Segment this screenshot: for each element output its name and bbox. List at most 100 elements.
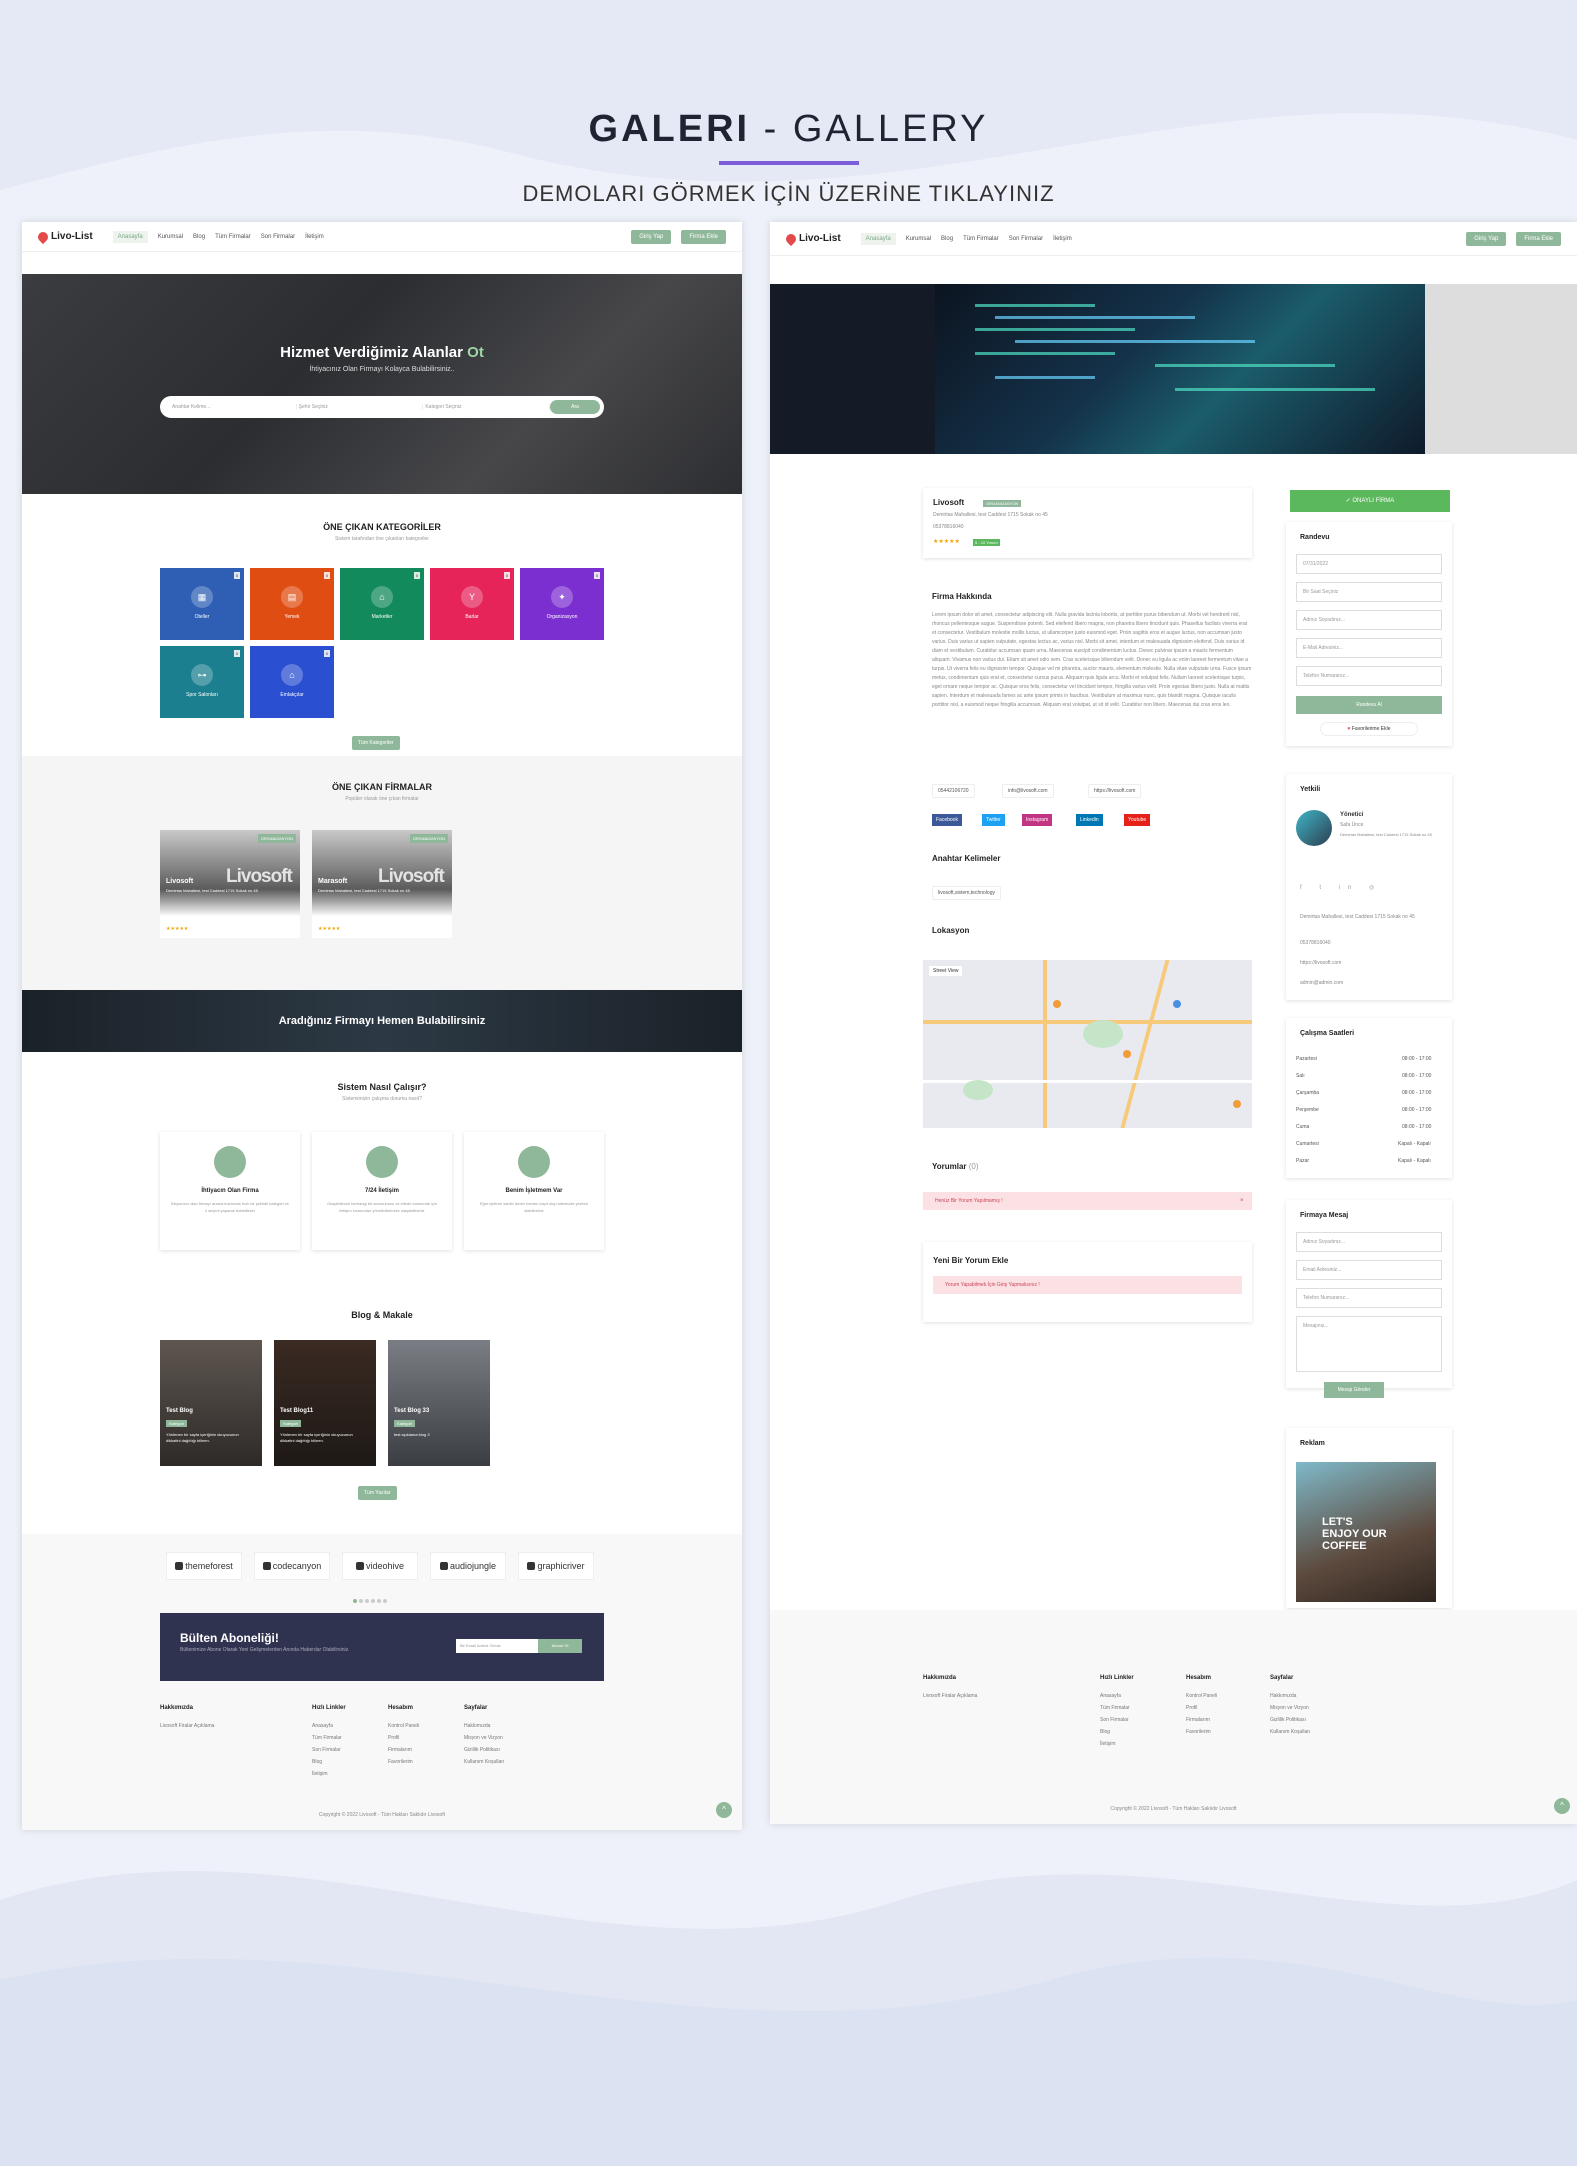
login-required-alert: Yorum Yapabilmek İçin Giriş Yapmalısınız… xyxy=(933,1276,1242,1294)
login-button[interactable]: Giriş Yap xyxy=(631,229,672,244)
add-firm-button[interactable]: Firma Ekle xyxy=(1516,231,1561,246)
contact-website[interactable]: https://livosoft.com xyxy=(1088,784,1142,798)
authorized-contact-address: Demirtas Mahallesi, test Caddesi 1715 So… xyxy=(1300,914,1415,920)
nav-item-all-firms[interactable]: Tüm Firmalar xyxy=(963,236,999,242)
category-bars[interactable]: 0 Y Barlar xyxy=(430,568,514,640)
category-real-estate[interactable]: 0 ⌂ Emlakçılar xyxy=(250,646,334,718)
name-field[interactable]: Adınız Soyadınız... xyxy=(1296,610,1442,630)
keyword-input[interactable]: Anahtar Kelime... xyxy=(170,404,297,410)
nav-item-corporate[interactable]: Kurumsal xyxy=(906,236,931,242)
cocktail-icon: Y xyxy=(461,586,483,608)
page-title: GALERI - GALLERY xyxy=(588,108,989,150)
nav-item-contact[interactable]: İletişim xyxy=(305,234,324,240)
add-firm-button[interactable]: Firma Ekle xyxy=(681,229,726,244)
phone-field[interactable]: Telefon Numaranız... xyxy=(1296,666,1442,686)
demo-home-page[interactable]: Livo-List Anasayfa Kurumsal Blog Tüm Fir… xyxy=(22,222,742,1830)
newsletter-title: Bülten Aboneliği! xyxy=(180,1631,279,1645)
message-email-field[interactable]: Email Adresiniz... xyxy=(1296,1260,1442,1280)
nav-item-all-firms[interactable]: Tüm Firmalar xyxy=(215,234,251,240)
contact-email[interactable]: info@livosoft.com xyxy=(1002,784,1054,798)
verified-firm-button[interactable]: ✓ ONAYLI FİRMA xyxy=(1290,490,1450,512)
brand-graphicriver[interactable]: graphicriver xyxy=(518,1552,594,1580)
date-field[interactable]: 07/31/2022 xyxy=(1296,554,1442,574)
authorized-address: Demirtas Mahallesi, test Caddesi 1715 So… xyxy=(1340,832,1432,837)
nav-item-recent-firms[interactable]: Son Firmalar xyxy=(261,234,295,240)
nav-item-home[interactable]: Anasayfa xyxy=(112,230,148,243)
all-posts-button[interactable]: Tüm Yazılar xyxy=(358,1486,397,1500)
nav-item-blog[interactable]: Blog xyxy=(941,236,953,242)
rating-stars: ★★★★★ xyxy=(166,926,189,932)
hero-title: Hizmet Verdiğimiz Alanlar Ot xyxy=(280,344,484,361)
brand-codecanyon[interactable]: codecanyon xyxy=(254,1552,330,1580)
blog-card[interactable]: Test Blog11 Kategori Yönlenen bir sayfa iç… xyxy=(274,1340,376,1466)
category-food[interactable]: 0 ▤ Yemek xyxy=(250,568,334,640)
rating-stars: ★★★★★ xyxy=(318,926,341,932)
blog-card[interactable]: Test Blog Kategori Yönlenen bir sayfa içer… xyxy=(160,1340,262,1466)
social-youtube[interactable]: Youtube xyxy=(1124,814,1151,826)
blog-card[interactable]: Test Blog 33 Kategori test açıklama blog 3 xyxy=(388,1340,490,1466)
nav-item-contact[interactable]: İletişim xyxy=(1053,236,1072,242)
message-submit-button[interactable]: Mesajı Gönder xyxy=(1324,1382,1384,1398)
firm-card[interactable]: ORGANIZASYON Livosoft Marasoft Demirtas … xyxy=(312,830,452,938)
social-twitter[interactable]: Twitter xyxy=(982,814,1005,826)
site-logo[interactable]: Livo-List xyxy=(35,229,93,244)
street-view-label[interactable]: Street View xyxy=(929,966,963,976)
subscribe-button[interactable]: Abone Ol xyxy=(538,1639,582,1653)
newsletter-email-input[interactable]: Bir Email Adresi Giriniz xyxy=(456,1639,538,1653)
how-card: İhtiyacın Olan Firma İhtiyacınız olan fir… xyxy=(160,1132,300,1250)
nav-item-blog[interactable]: Blog xyxy=(193,234,205,240)
category-hotels[interactable]: 0 ▦ Oteller xyxy=(160,568,244,640)
newsletter-box: Bülten Aboneliği! Bültenimize Abone Olar… xyxy=(160,1613,604,1681)
add-favorite-button[interactable]: ♥ Favorilerime Ekle xyxy=(1320,722,1418,736)
location-icon xyxy=(214,1146,246,1178)
social-facebook[interactable]: Facebook xyxy=(932,814,962,826)
carousel-dots[interactable] xyxy=(352,1590,388,1608)
category-markets[interactable]: 0 ⌂ Marketler xyxy=(340,568,424,640)
brand-videohive[interactable]: videohive xyxy=(342,1552,418,1580)
social-icons[interactable]: f t in ◎ xyxy=(1300,884,1382,891)
keyword-tag[interactable]: livosoft,sistem,technology xyxy=(932,886,1001,900)
nav-item-recent-firms[interactable]: Son Firmalar xyxy=(1009,236,1043,242)
appointment-submit-button[interactable]: Randevu Al xyxy=(1296,696,1442,714)
scroll-top-button[interactable]: ^ xyxy=(716,1802,732,1818)
all-categories-button[interactable]: Tüm Kategoriler xyxy=(352,736,400,750)
social-linkedin[interactable]: Linkedin xyxy=(1076,814,1103,826)
ad-text: LET'S ENJOY OUR COFFEE xyxy=(1322,1516,1387,1552)
city-select[interactable]: Şehir Seçiniz xyxy=(297,404,424,410)
dumbbell-icon: ⊶ xyxy=(191,664,213,686)
nav-item-home[interactable]: Anasayfa xyxy=(860,232,896,245)
category-organization[interactable]: 0 ✦ Organizasyon xyxy=(520,568,604,640)
store-icon: ⌂ xyxy=(371,586,393,608)
email-field[interactable]: E-Mail Adresiniz... xyxy=(1296,638,1442,658)
category-gyms[interactable]: 0 ⊶ Spor Salonları xyxy=(160,646,244,718)
footer-col-pages: Sayfalar Hakkımızda Misyon ve Vizyon Gizlil… xyxy=(1270,1675,1311,1735)
social-instagram[interactable]: Instagram xyxy=(1022,814,1053,826)
coffee-ad-image[interactable]: LET'S ENJOY OUR COFFEE xyxy=(1296,1462,1436,1602)
firm-phone: 05378816040 xyxy=(933,524,964,530)
heart-icon: ♥ xyxy=(1347,726,1351,732)
message-name-field[interactable]: Adınız Soyadınız... xyxy=(1296,1232,1442,1252)
how-subtitle: Sistemimizin çalışma durumu nasıl? xyxy=(342,1096,422,1102)
message-phone-field[interactable]: Telefon Numaranız... xyxy=(1296,1288,1442,1308)
brand-audiojungle[interactable]: audiojungle xyxy=(430,1552,506,1580)
login-button[interactable]: Giriş Yap xyxy=(1466,231,1507,246)
categories-subtitle: Sistem tarafından öne çıkanları kategori… xyxy=(335,536,429,542)
time-select[interactable]: Bir Saat Seçiniz xyxy=(1296,582,1442,602)
firm-card[interactable]: ORGANIZASYON Livosoft Livosoft Demirtas … xyxy=(160,830,300,938)
working-hours-card: Çalışma Saatleri Pazartesi 08:00 - 17:00 … xyxy=(1286,1018,1452,1178)
hotel-icon: ▦ xyxy=(191,586,213,608)
authorized-name: Safa Ünce xyxy=(1340,822,1364,828)
scroll-top-button[interactable]: ^ xyxy=(1554,1798,1570,1814)
category-select[interactable]: Kategori Seçiniz xyxy=(423,404,551,410)
brand-themeforest[interactable]: themeforest xyxy=(166,1552,242,1580)
message-textarea[interactable]: Mesajınız... xyxy=(1296,1316,1442,1372)
contact-phone[interactable]: 05442106720 xyxy=(932,784,975,798)
location-map[interactable]: Street View xyxy=(923,960,1252,1128)
demo-firm-detail-page[interactable]: Livo-List Anasayfa Kurumsal Blog Tüm Fir… xyxy=(770,222,1577,1824)
search-button[interactable]: Ara xyxy=(550,400,601,414)
authorized-card: Yetkili Yönetici Safa Ünce Demirtas Maha… xyxy=(1286,774,1452,1000)
about-title: Firma Hakkında xyxy=(932,592,992,601)
nav-item-corporate[interactable]: Kurumsal xyxy=(158,234,183,240)
close-icon[interactable]: × xyxy=(1240,1198,1244,1204)
site-logo[interactable]: Livo-List xyxy=(783,231,841,246)
